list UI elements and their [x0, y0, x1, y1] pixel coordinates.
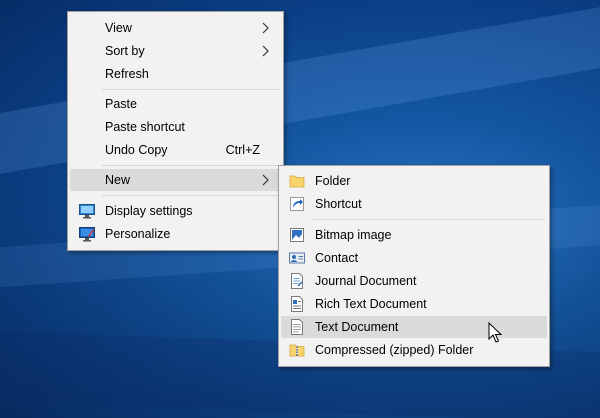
- menu-item-paste[interactable]: Paste: [70, 93, 281, 115]
- personalize-icon: [79, 227, 95, 242]
- shortcut-icon: [290, 197, 304, 211]
- desktop-context-menu: View Sort by Refresh Paste Paste shortcu…: [67, 11, 284, 251]
- menu-item-personalize[interactable]: Personalize: [70, 223, 281, 245]
- menu-item-display-settings[interactable]: Display settings: [70, 200, 281, 222]
- menu-item-sort-by[interactable]: Sort by: [70, 40, 281, 62]
- menu-item-label: Display settings: [105, 204, 193, 218]
- menu-separator: [311, 219, 545, 220]
- menu-item-label: Paste: [105, 97, 137, 111]
- mouse-cursor-icon: [488, 322, 502, 343]
- chevron-right-icon: [262, 45, 269, 57]
- submenu-item-text-document[interactable]: Text Document: [281, 316, 547, 338]
- zip-folder-icon: [289, 344, 305, 357]
- chevron-right-icon: [262, 22, 269, 34]
- menu-item-label: Undo Copy: [105, 143, 168, 157]
- submenu-item-rich-text-document[interactable]: Rich Text Document: [281, 293, 547, 315]
- menu-item-label: Personalize: [105, 227, 171, 241]
- menu-item-shortcut: Ctrl+Z: [225, 143, 260, 157]
- submenu-item-folder[interactable]: Folder: [281, 170, 547, 192]
- menu-item-label: Refresh: [105, 67, 149, 81]
- folder-icon: [289, 175, 305, 188]
- new-submenu: Folder Shortcut Bitmap image Contact Jou…: [278, 165, 550, 367]
- menu-separator: [102, 195, 279, 196]
- menu-item-paste-shortcut[interactable]: Paste shortcut: [70, 116, 281, 138]
- menu-separator: [102, 89, 279, 90]
- display-settings-icon: [79, 204, 95, 219]
- menu-item-label: View: [105, 21, 132, 35]
- submenu-item-label: Rich Text Document: [315, 297, 427, 311]
- submenu-item-label: Folder: [315, 174, 351, 188]
- menu-separator: [102, 165, 279, 166]
- text-document-icon: [291, 319, 303, 335]
- bitmap-image-icon: [290, 228, 304, 242]
- submenu-item-shortcut[interactable]: Shortcut: [281, 193, 547, 215]
- menu-item-label: Sort by: [105, 44, 145, 58]
- submenu-item-bitmap-image[interactable]: Bitmap image: [281, 224, 547, 246]
- submenu-item-journal-document[interactable]: Journal Document: [281, 270, 547, 292]
- menu-item-label: New: [105, 173, 131, 187]
- menu-item-view[interactable]: View: [70, 17, 281, 39]
- menu-item-undo-copy[interactable]: Undo Copy Ctrl+Z: [70, 139, 281, 161]
- submenu-item-label: Compressed (zipped) Folder: [315, 343, 474, 357]
- submenu-item-label: Shortcut: [315, 197, 362, 211]
- submenu-item-label: Contact: [315, 251, 359, 265]
- menu-item-refresh[interactable]: Refresh: [70, 63, 281, 85]
- contact-icon: [289, 252, 305, 264]
- menu-item-label: Paste shortcut: [105, 120, 185, 134]
- submenu-item-label: Text Document: [315, 320, 399, 334]
- journal-document-icon: [291, 273, 303, 289]
- submenu-item-contact[interactable]: Contact: [281, 247, 547, 269]
- submenu-item-label: Bitmap image: [315, 228, 392, 242]
- rich-text-document-icon: [291, 296, 303, 312]
- submenu-item-label: Journal Document: [315, 274, 417, 288]
- chevron-right-icon: [262, 174, 269, 186]
- submenu-item-compressed-folder[interactable]: Compressed (zipped) Folder: [281, 339, 547, 361]
- menu-item-new[interactable]: New: [70, 169, 281, 191]
